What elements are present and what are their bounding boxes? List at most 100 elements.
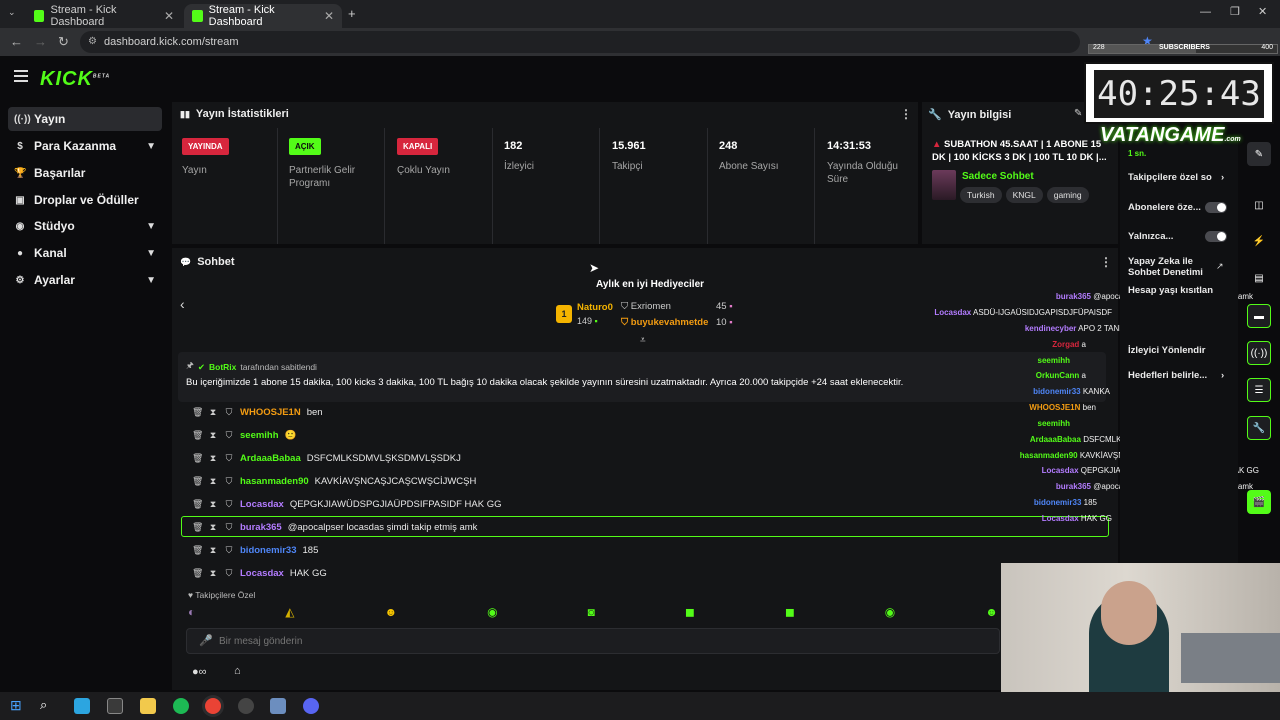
document-button[interactable]: ▤ [1247, 266, 1271, 290]
pencil-button[interactable]: ✎ [1247, 142, 1271, 166]
wrench-button[interactable]: 🔧 [1247, 416, 1271, 440]
chat-username[interactable]: burak365 [240, 522, 282, 533]
chat-button[interactable]: ▬ [1247, 304, 1271, 328]
back-icon[interactable]: ← [10, 34, 23, 49]
discord-icon[interactable] [303, 698, 319, 714]
timeout-icon[interactable]: ⧗ [208, 407, 218, 418]
maximize-icon[interactable]: ❐ [1230, 5, 1240, 18]
chat-username[interactable]: seemihh [240, 430, 279, 441]
sidebar-item-yayin[interactable]: ((·)) Yayın [8, 107, 162, 131]
chat-username[interactable]: ArdaaaBabaa [240, 453, 301, 464]
kicks-icon[interactable]: ●∞ [192, 666, 207, 678]
chevron-left-icon[interactable]: ‹ [180, 296, 185, 312]
clip-button[interactable]: 🎬 [1247, 490, 1271, 514]
delete-icon[interactable]: 🗑 [192, 453, 203, 464]
settings-goals[interactable]: Hedefleri belirle... › [1128, 370, 1224, 381]
emote-icon[interactable]: ◉ [487, 605, 497, 621]
site-info-icon[interactable]: ⚙ [88, 31, 97, 53]
minimize-icon[interactable]: — [1200, 6, 1211, 18]
close-window-icon[interactable]: ✕ [1258, 5, 1267, 18]
chrome-icon[interactable] [205, 698, 221, 714]
bolt-button[interactable]: ⚡ [1247, 229, 1271, 253]
sidebar-item-droplar[interactable]: ▣ Droplar ve Ödüller [8, 188, 162, 212]
emote-icon[interactable]: ◼ [785, 605, 795, 621]
ban-icon[interactable]: ⛉ [224, 430, 234, 441]
timeout-icon[interactable]: ⧗ [208, 499, 218, 510]
exclusive-toggle[interactable] [1205, 231, 1227, 242]
category-name[interactable]: Sadece Sohbet [962, 171, 1034, 182]
sidebar-item-kanal[interactable]: ● Kanal ▼ [8, 241, 162, 265]
menu-icon[interactable] [14, 70, 28, 85]
delete-icon[interactable]: 🗑 [192, 545, 203, 556]
search-icon[interactable]: ⌕ [40, 697, 47, 713]
timeout-icon[interactable]: ⧗ [208, 545, 218, 556]
sidebar-item-ayarlar[interactable]: ⚙ Ayarlar ▼ [8, 268, 162, 292]
kick-logo[interactable]: KICKBETA [40, 68, 110, 91]
windows-start-icon[interactable]: ⊞ [10, 697, 22, 714]
chat-username[interactable]: bidonemir33 [240, 545, 297, 556]
pinned-by[interactable]: BotRix [209, 362, 236, 372]
obs-icon[interactable] [238, 698, 254, 714]
delete-icon[interactable]: 🗑 [192, 407, 203, 418]
browser-tab-2[interactable]: Stream - Kick Dashboard ✕ [184, 4, 342, 28]
forward-icon[interactable]: → [34, 34, 47, 49]
chat-username[interactable]: WHOOSJE1N [240, 407, 301, 418]
sidebar-item-para-kazanma[interactable]: $ Para Kazanma ▼ [8, 134, 162, 158]
telegram-icon[interactable] [74, 698, 90, 714]
gifter-name[interactable]: Exriomen [631, 301, 671, 312]
expand-down-icon[interactable]: ⩡ [640, 335, 646, 346]
timeout-icon[interactable]: ⧗ [208, 430, 218, 441]
timeout-icon[interactable]: ⧗ [208, 476, 218, 487]
timeout-icon[interactable]: ⧗ [208, 522, 218, 533]
layout-button[interactable]: ◫ [1247, 193, 1271, 217]
delete-icon[interactable]: 🗑 [192, 476, 203, 487]
sidebar-item-basarilar[interactable]: 🏆 Başarılar [8, 161, 162, 185]
delete-icon[interactable]: 🗑 [192, 430, 203, 441]
folder-icon[interactable] [140, 698, 156, 714]
store-icon[interactable] [107, 698, 123, 714]
chat-menu-icon[interactable]: ⋮ [1100, 255, 1112, 269]
sidebar-item-studyo[interactable]: ◉ Stüdyo ▼ [8, 214, 162, 238]
close-tab-icon[interactable]: ✕ [324, 9, 334, 23]
subs-only-toggle[interactable] [1205, 202, 1227, 213]
gifter-name[interactable]: Naturo0 [577, 302, 613, 313]
emote-icon[interactable]: ◼ [685, 605, 695, 621]
close-tab-icon[interactable]: ✕ [164, 9, 174, 23]
gifter-name[interactable]: buyukevahmetde [631, 317, 709, 328]
settings-followers-only[interactable]: Takipçilere özel so › [1128, 172, 1224, 183]
url-field[interactable]: ⚙ dashboard.kick.com/stream [80, 31, 1080, 53]
emote-icon[interactable]: ☻ [384, 605, 397, 621]
emote-icon[interactable]: ◉ [885, 605, 895, 621]
emote-icon[interactable]: ◭ [285, 605, 294, 621]
external-link-icon[interactable]: ↗ [1216, 261, 1224, 272]
new-tab-icon[interactable]: + [348, 6, 356, 21]
emote-icon[interactable]: ◙ [588, 605, 595, 621]
browser-tab-1[interactable]: Stream - Kick Dashboard ✕ [26, 4, 182, 28]
timeout-icon[interactable]: ⧗ [208, 453, 218, 464]
settings-account-age[interactable]: Hesap yaşı kısıtlan [1128, 285, 1213, 296]
chat-input[interactable] [219, 633, 989, 649]
delete-icon[interactable]: 🗑 [192, 568, 203, 579]
ban-icon[interactable]: ⛉ [224, 545, 234, 556]
settings-viewer-redirect[interactable]: İzleyici Yönlendir [1128, 345, 1205, 356]
chat-username[interactable]: Locasdax [240, 499, 284, 510]
ban-icon[interactable]: ⛉ [224, 568, 234, 579]
ban-icon[interactable]: ⛉ [224, 476, 234, 487]
tools-button[interactable]: ☰ [1247, 378, 1271, 402]
broadcast-button[interactable]: ((·)) [1247, 341, 1271, 365]
tab-list-icon[interactable]: ⌄ [8, 7, 16, 18]
timeout-icon[interactable]: ⧗ [208, 568, 218, 579]
edit-icon[interactable]: ✎ [1074, 108, 1082, 119]
delete-icon[interactable]: 🗑 [192, 522, 203, 533]
chat-username[interactable]: Locasdax [240, 568, 284, 579]
chat-username[interactable]: hasanmaden90 [240, 476, 309, 487]
ban-icon[interactable]: ⛉ [224, 522, 234, 533]
delete-icon[interactable]: 🗑 [192, 499, 203, 510]
microphone-icon[interactable]: 🎤 [199, 634, 213, 647]
app-icon[interactable] [270, 698, 286, 714]
spotify-icon[interactable] [173, 698, 189, 714]
settings-ai-moderation[interactable]: Yapay Zeka ile Sohbet Denetimi [1128, 256, 1208, 278]
ban-icon[interactable]: ⛉ [224, 499, 234, 510]
emote-icon[interactable]: ◐ [188, 605, 195, 621]
ban-icon[interactable]: ⛉ [224, 453, 234, 464]
